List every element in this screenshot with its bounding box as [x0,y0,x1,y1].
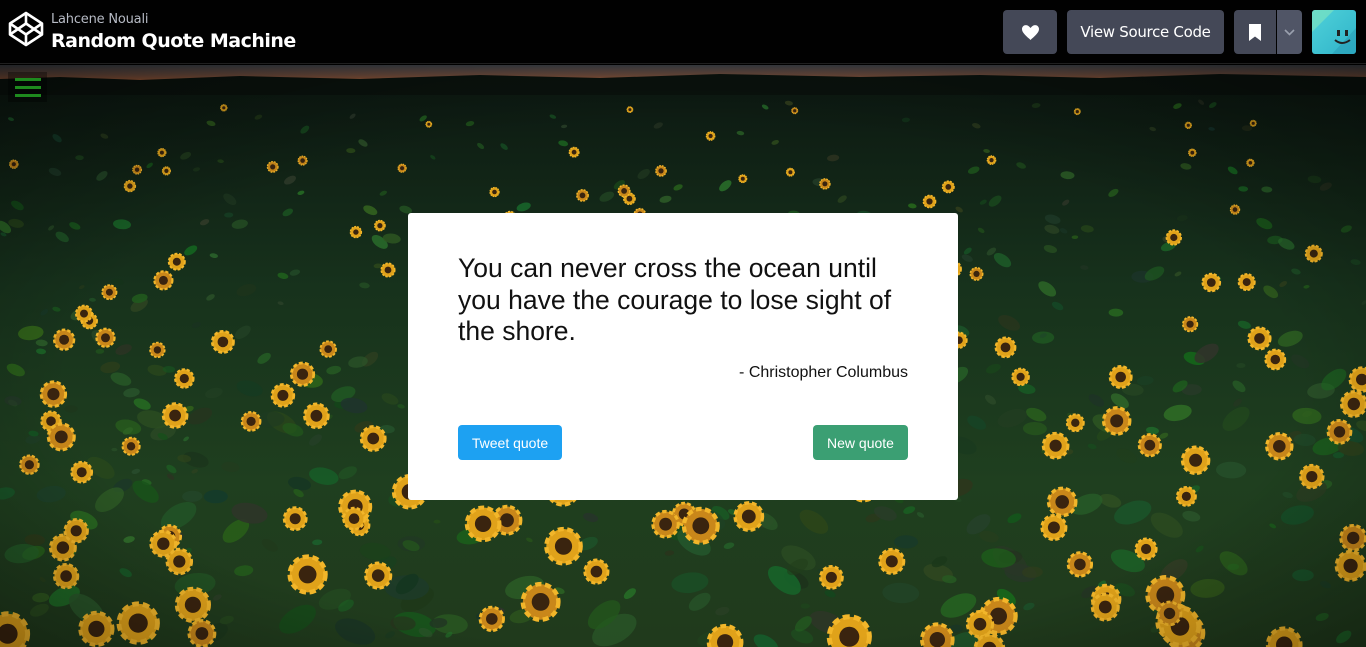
quote-box: You can never cross the ocean until you … [408,213,958,500]
bookmark-dropdown-button[interactable] [1277,10,1302,54]
bookmark-icon [1249,23,1261,41]
hamburger-menu-icon[interactable] [8,72,47,102]
new-quote-button[interactable]: New quote [813,425,908,460]
pen-author[interactable]: Lahcene Nouali [51,12,148,27]
chevron-down-icon [1284,28,1295,36]
pen-title: Random Quote Machine [51,30,296,52]
quote-text: You can never cross the ocean until you … [458,253,892,346]
user-avatar[interactable] [1312,10,1356,54]
codepen-header: Lahcene Nouali Random Quote Machine View… [0,0,1366,64]
codepen-logo-icon[interactable] [7,10,45,48]
bookmark-button[interactable] [1234,10,1276,54]
heart-button[interactable] [1003,10,1057,54]
view-source-button[interactable]: View Source Code [1067,10,1224,54]
tweet-quote-button[interactable]: Tweet quote [458,425,562,460]
heart-icon [1021,24,1039,40]
quote-author: - Christopher Columbus [739,364,908,381]
avatar-smiley-icon [1312,10,1356,54]
